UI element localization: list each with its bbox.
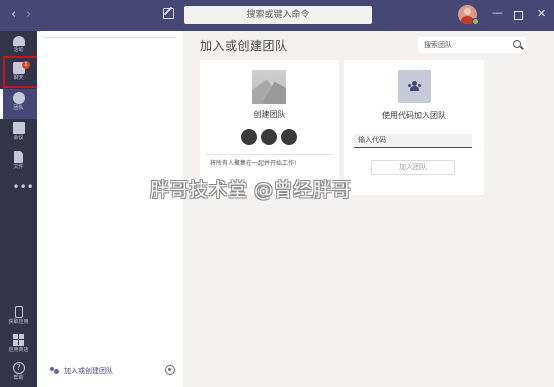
group-icon	[398, 70, 431, 103]
back-arrow-icon[interactable]: ‹	[11, 8, 16, 22]
apps-icon	[13, 334, 24, 346]
divider	[206, 154, 333, 155]
calendar-icon	[12, 122, 25, 134]
team-list-panel: 加入或创建团队	[37, 31, 183, 387]
rail-item-teams[interactable]: 团队	[0, 89, 37, 119]
file-icon	[14, 151, 23, 163]
join-create-team-link[interactable]: 加入或创建团队	[64, 366, 113, 376]
create-team-card[interactable]: 创建团队 将所有人聚集在一起并开始工作!	[200, 60, 339, 195]
page-title: 加入或创建团队	[200, 39, 288, 53]
chat-highlight-box	[3, 56, 39, 88]
avatar	[241, 129, 257, 145]
watermark: 胖哥技术堂 @曾经胖哥	[150, 179, 352, 201]
create-team-title: 创建团队	[253, 110, 286, 119]
compose-icon[interactable]	[163, 8, 174, 19]
team-search-input[interactable]: 搜索团队	[418, 37, 526, 53]
member-avatars	[241, 129, 301, 145]
rail-item-store[interactable]: 应用商店	[0, 331, 37, 361]
rail-item-label: 团队	[13, 105, 24, 111]
bell-icon	[12, 36, 25, 46]
main-content: 加入或创建团队 搜索团队 创建团队 将所有人聚集在一起并开始工作! 使用代码加入…	[183, 31, 554, 387]
close-icon[interactable]: ✕	[537, 8, 546, 20]
teams-icon	[12, 92, 25, 104]
command-search-input[interactable]: 搜索或键入命令	[184, 6, 372, 24]
join-with-code-title: 使用代码加入团队	[382, 111, 446, 120]
forward-arrow-icon[interactable]: ›	[26, 8, 31, 22]
divider	[44, 37, 176, 38]
minimize-icon[interactable]: —	[492, 7, 503, 19]
presence-status-icon	[472, 18, 479, 25]
title-bar: ‹ › 搜索或键入命令 — ✕	[0, 0, 554, 31]
image-placeholder-icon	[252, 70, 286, 104]
gear-icon[interactable]	[165, 365, 175, 375]
rail-item-files[interactable]: 文件	[0, 148, 37, 178]
rail-item-label: 应用商店	[8, 347, 29, 353]
help-icon: ?	[12, 362, 25, 374]
phone-icon	[14, 306, 23, 318]
avatar	[261, 129, 277, 145]
rail-item-label: 活动	[13, 47, 24, 53]
join-with-code-card: 使用代码加入团队 输入代码 加入团队	[344, 60, 484, 195]
avatar	[281, 129, 297, 145]
more-icon: •••	[12, 180, 34, 194]
rail-item-more[interactable]: •••	[0, 179, 37, 209]
rail-item-label: 文件	[13, 164, 24, 170]
rail-item-label: 获取应用	[8, 319, 29, 325]
rail-item-help[interactable]: ? 帮助	[0, 359, 37, 387]
search-icon[interactable]	[513, 40, 521, 48]
add-team-icon	[50, 366, 59, 375]
rail-item-label: 帮助	[13, 375, 24, 381]
rail-item-label: 会议	[13, 135, 24, 141]
maximize-icon[interactable]	[514, 11, 523, 20]
join-team-button[interactable]: 加入团队	[371, 160, 455, 175]
rail-item-calendar[interactable]: 会议	[0, 119, 37, 149]
code-input[interactable]: 输入代码	[354, 134, 472, 148]
rail-item-mobile[interactable]: 获取应用	[0, 303, 37, 333]
create-team-description: 将所有人聚集在一起并开始工作!	[210, 160, 297, 167]
